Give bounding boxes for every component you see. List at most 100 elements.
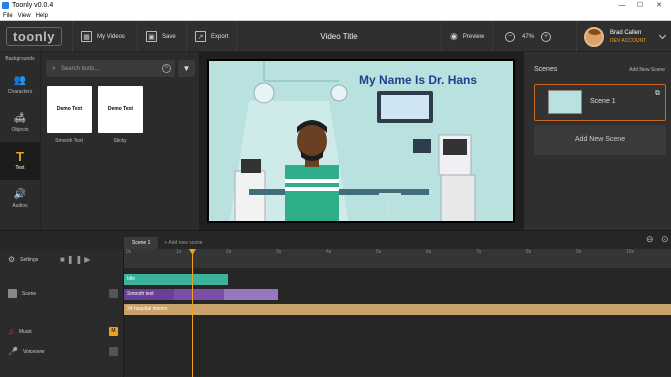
menu-file[interactable]: File [3, 13, 13, 19]
filter-button[interactable]: ▼ [178, 60, 195, 77]
window-titlebar: Toonly v0.0.4 — ☐ ✕ [0, 0, 671, 11]
ruler-tick: 9s [576, 249, 582, 255]
ruler-tick: 2s [226, 249, 232, 255]
timeline-ruler[interactable]: 0s 1s 2s 3s 4s 5s 6s 7s 8s 9s 10s [124, 249, 671, 268]
playback-controls[interactable]: ■❚❚▶ [60, 255, 92, 264]
user-name: Brad Callen [610, 29, 642, 36]
settings-timeline-icon[interactable]: ⊙ [661, 234, 669, 245]
scene-thumbnail [548, 90, 582, 114]
video-title[interactable]: Video Title [300, 21, 378, 52]
people-icon: 👥 [13, 74, 27, 86]
zoom-control: − 47% + [505, 21, 552, 52]
timeline-tabs: Scene 1 + Add new scene [124, 236, 203, 250]
scene-row-icon [8, 289, 17, 298]
scenes-title: Scenes [534, 66, 558, 73]
scenes-panel: Scenes Add New Scene Scene 1 ⧉ Add New S… [524, 52, 671, 230]
nav-objects[interactable]: 🛋 Objects [0, 104, 40, 142]
track-background[interactable]: 24 hospital interior [124, 304, 671, 315]
filter-icon: ▼ [182, 64, 191, 73]
track-smooth-text[interactable]: Smooth text [124, 289, 278, 300]
eye-icon: ◉ [450, 31, 458, 41]
nav-backgrounds[interactable]: Backgrounds [0, 52, 40, 66]
voiceover-row-toggle[interactable] [109, 347, 118, 356]
search-icon: ⌕ [52, 64, 56, 72]
timeline-settings[interactable]: ⚙ Settings ■❚❚▶ [0, 255, 124, 264]
nav-objects-label: Objects [11, 126, 29, 133]
chevron-down-icon[interactable] [658, 31, 667, 40]
zoom-timeline-icon[interactable]: ⊖ [646, 234, 654, 245]
timeline-row-voiceover: 🎤 Voiceover [0, 347, 124, 356]
microphone-icon: 🎤 [8, 347, 18, 356]
ruler-tick: 10s [626, 249, 635, 255]
sofa-icon: 🛋 [13, 112, 27, 124]
asset-category-nav: Backgrounds 👥 Characters 🛋 Objects T Tex… [0, 52, 41, 230]
settings-label: Settings [20, 256, 39, 263]
nav-characters-label: Characters [7, 88, 33, 95]
track-idle[interactable]: Idle [124, 274, 228, 285]
save-icon: ▣ [146, 31, 157, 42]
ruler-tick: 7s [476, 249, 482, 255]
voiceover-row-label: Voiceover [22, 348, 45, 355]
search-placeholder: Search texts... [60, 65, 100, 72]
scene-canvas[interactable]: My Name Is Dr. Hans [207, 59, 515, 223]
timeline-row-music: ♫ Music M [0, 327, 124, 336]
minimize-button[interactable]: — [615, 0, 629, 11]
my-videos-label: My Videos [97, 33, 125, 40]
zoom-value: 47% [522, 33, 535, 40]
maximize-button[interactable]: ☐ [633, 0, 647, 11]
music-row-label: Music [19, 328, 33, 335]
zoom-out-icon[interactable]: − [505, 31, 515, 42]
music-icon: ♫ [8, 327, 14, 336]
nav-text[interactable]: T Text [0, 142, 40, 180]
text-card-sticky[interactable]: Demo Text [98, 86, 143, 133]
avatar [584, 26, 604, 47]
menu-help[interactable]: Help [36, 13, 48, 19]
search-input[interactable]: ⌕ Search texts... × [46, 60, 175, 77]
stage-area: My Name Is Dr. Hans [199, 52, 524, 230]
clear-search-icon[interactable]: × [162, 64, 171, 73]
music-row-toggle[interactable]: M [109, 327, 118, 336]
playhead[interactable] [192, 249, 193, 377]
text-card-label: Sticky [113, 138, 127, 144]
zoom-in-icon[interactable]: + [541, 31, 552, 42]
text-card-smooth[interactable]: Demo Text [47, 86, 92, 133]
timeline-row-scene: Scene [0, 289, 124, 298]
save-button[interactable]: ▣ Save [137, 21, 184, 52]
tab-scene-1[interactable]: Scene 1 [124, 237, 159, 249]
timeline: Scene 1 + Add new scene ⊖ ⊙ ⚙ Settings ■… [0, 230, 671, 377]
export-icon: ↗ [195, 31, 206, 42]
my-videos-button[interactable]: ▦ My Videos [72, 21, 133, 52]
nav-audios[interactable]: 🔊 Audios [0, 180, 40, 218]
text-assets-panel: ⌕ Search texts... × ▼ Demo Text Smooth T… [41, 52, 199, 230]
add-scene-tab[interactable]: + Add new scene [164, 240, 202, 246]
add-new-scene-button[interactable]: Add New Scene [534, 125, 666, 155]
scene-heading-text[interactable]: My Name Is Dr. Hans [359, 73, 477, 87]
scene-row-label: Scene [22, 290, 37, 297]
ruler-tick: 4s [326, 249, 332, 255]
ruler-tick: 8s [526, 249, 532, 255]
scene-row-toggle[interactable] [109, 289, 118, 298]
ruler-tick: 1s [176, 249, 182, 255]
ruler-tick: 5s [376, 249, 382, 255]
gear-icon: ⚙ [8, 255, 16, 264]
duplicate-icon[interactable]: ⧉ [655, 90, 660, 98]
scene-card[interactable]: Scene 1 ⧉ [534, 84, 666, 121]
export-button[interactable]: ↗ Export [186, 21, 238, 52]
account-type: DEV ACCOUNT [610, 37, 647, 44]
preview-label: Preview [462, 33, 485, 40]
app-icon [2, 2, 9, 9]
close-button[interactable]: ✕ [652, 0, 666, 11]
menubar: File View Help [0, 11, 671, 21]
nav-audios-label: Audios [12, 202, 28, 209]
export-label: Export [211, 33, 229, 40]
ruler-tick: 3s [276, 249, 282, 255]
add-new-scene-link[interactable]: Add New Scene [629, 67, 665, 73]
preview-button[interactable]: ◉ Preview [441, 21, 494, 52]
nav-characters[interactable]: 👥 Characters [0, 66, 40, 104]
menu-view[interactable]: View [18, 13, 31, 19]
grid-icon: ▦ [81, 31, 92, 42]
scene-name: Scene 1 [590, 98, 616, 105]
user-menu[interactable]: Brad Callen DEV ACCOUNT [576, 21, 671, 52]
timeline-row-labels: ⚙ Settings ■❚❚▶ Scene ♫ Music M 🎤 Voiceo… [0, 249, 124, 377]
text-icon: T [16, 148, 24, 164]
